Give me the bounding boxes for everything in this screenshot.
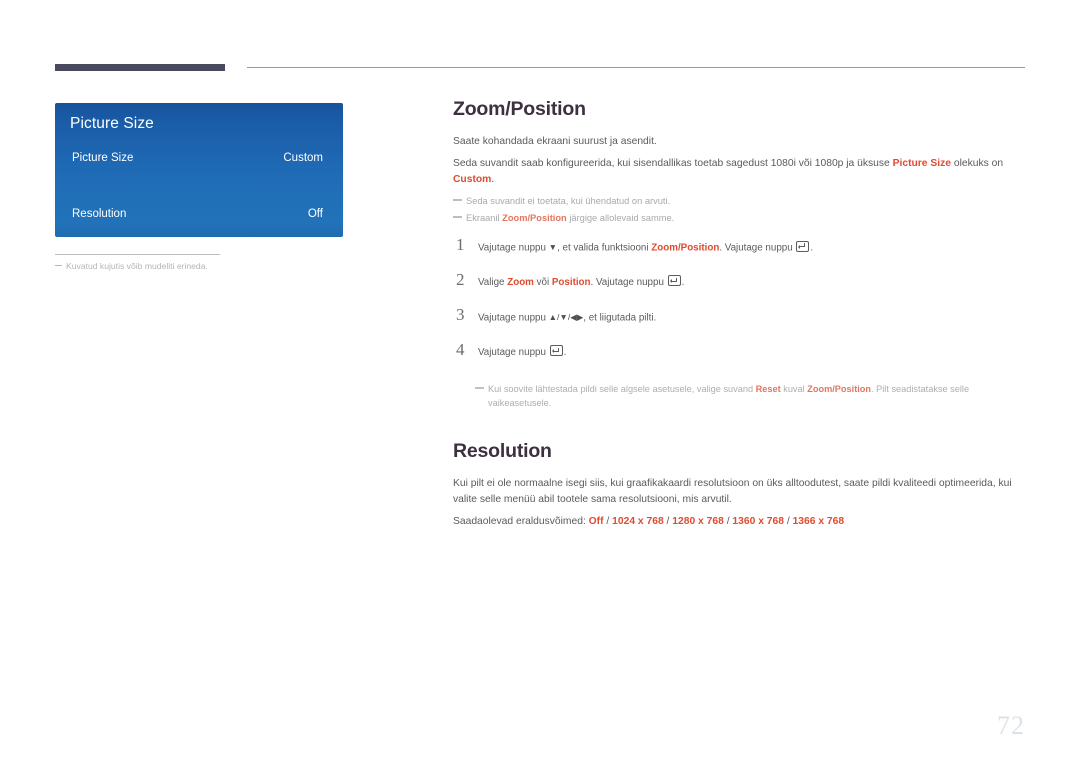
highlight-term: Zoom [507, 277, 534, 288]
highlight-term: 1024 x 768 [612, 516, 664, 527]
text-run: . [810, 242, 814, 254]
step-number: 2 [456, 270, 465, 289]
enter-key-icon [667, 275, 681, 286]
step-text: Vajutage nuppu . [478, 343, 1028, 360]
text-run: / [783, 516, 793, 527]
highlight-term: Reset [755, 384, 781, 394]
step-number: 4 [456, 340, 465, 359]
highlight-term: Position [551, 277, 591, 288]
text-run: kuval [780, 384, 808, 394]
osd-menu-panel: Picture Size Picture Size Custom Zoom/Po… [55, 103, 343, 237]
text-run: , et valida funktsiooni [557, 242, 652, 254]
text-run: / [663, 516, 673, 527]
enter-key-icon [549, 345, 563, 356]
osd-row-label: Picture Size [72, 151, 134, 164]
osd-row-picture-size[interactable]: Picture Size Custom [67, 147, 331, 168]
text-run: Seda suvandit ei toetata, kui ühendatud … [466, 196, 671, 206]
step-list: 1 Vajutage nuppu ▼, et valida funktsiooni… [453, 235, 1028, 378]
text-run: . Vajutage nuppu [590, 277, 667, 288]
header-rule-right [247, 67, 1025, 68]
section-zoom-position: Zoom/Position Saate kohandada ekraani suu… [453, 98, 1028, 410]
step-item: 3 Vajutage nuppu ▲/▼/◀▶, et liigutada pil… [453, 305, 1028, 343]
caption-rule [55, 254, 220, 255]
text-run: Vajutage nuppu [478, 312, 549, 324]
dash-marker-icon [453, 199, 462, 201]
main-content: Zoom/Position Saate kohandada ekraani suu… [453, 98, 1028, 536]
text-run: Kui pilt ei ole normaalne isegi siis, ku… [453, 478, 1012, 505]
dash-marker-icon [475, 387, 484, 389]
highlight-term: Zoom/Position [807, 384, 872, 394]
step-number: 1 [456, 235, 465, 254]
text-run: või [533, 277, 552, 288]
section-resolution: Resolution Kui pilt ei ole normaalne iseg… [453, 440, 1028, 530]
text-run: . Vajutage nuppu [719, 242, 796, 254]
highlight-term: Zoom/Position [502, 213, 567, 223]
osd-caption: Kuvatud kujutis võib mudeliti erineda. [55, 261, 355, 271]
dash-marker-icon [55, 264, 62, 266]
text-run: Saate kohandada ekraani suurust ja asend… [453, 136, 657, 147]
paragraph: Seda suvandit saab konfigureerida, kui s… [453, 156, 1028, 188]
text-run: . [563, 347, 567, 358]
note: Ekraanil Zoom/Position järgige allolevai… [453, 211, 1028, 226]
text-run: / [603, 516, 613, 527]
text-run: . [681, 277, 685, 288]
step-item: 1 Vajutage nuppu ▼, et valida funktsiooni… [453, 235, 1028, 273]
osd-row-label: Resolution [72, 207, 127, 220]
step-item: 2 Valige Zoom või Position. Vajutage nupp… [453, 270, 1028, 308]
osd-row-value: Off [307, 207, 323, 220]
sub-note: Kui soovite lähtestada pildi selle algse… [475, 382, 1028, 410]
section-title: Resolution [453, 440, 552, 462]
text-run: järgige allolevaid samme. [566, 213, 675, 223]
highlight-term: Custom [453, 174, 492, 185]
section-title: Zoom/Position [453, 98, 586, 120]
step-text: Valige Zoom või Position. Vajutage nuppu… [478, 273, 1028, 290]
step-number: 3 [456, 305, 465, 324]
highlight-term: 1280 x 768 [672, 516, 724, 527]
osd-caption-text: Kuvatud kujutis võib mudeliti erineda. [66, 261, 208, 271]
highlight-term: 1366 x 768 [792, 516, 845, 527]
step-text: Vajutage nuppu ▲/▼/◀▶, et liigutada pilt… [478, 308, 1028, 326]
page-number: 72 [997, 711, 1025, 740]
step-text: Vajutage nuppu ▼, et valida funktsiooni … [478, 238, 1028, 256]
note: Seda suvandit ei toetata, kui ühendatud … [453, 194, 1028, 209]
text-run: Saadaolevad eraldusvõimed: [453, 516, 589, 527]
dash-marker-icon [453, 216, 462, 218]
osd-menu-title: Picture Size [70, 115, 154, 132]
paragraph: Saate kohandada ekraani suurust ja asend… [453, 134, 1028, 150]
paragraph: Saadaolevad eraldusvõimed: Off / 1024 x … [453, 514, 1028, 530]
text-run: olekuks on [951, 158, 1004, 169]
text-run: Vajutage nuppu [478, 242, 549, 254]
text-run: Kui soovite lähtestada pildi selle algse… [488, 384, 756, 394]
osd-row-resolution[interactable]: Resolution Off [67, 203, 331, 224]
text-run: , et liigutada pilti. [583, 312, 657, 324]
text-run: Ekraanil [466, 213, 503, 223]
text-run: . [491, 174, 495, 185]
arrow-key-icon: ▼ [548, 242, 558, 252]
step-item: 4 Vajutage nuppu . [453, 340, 1028, 378]
highlight-term: Off [588, 516, 604, 527]
highlight-term: Zoom/Position [651, 242, 720, 254]
header-rule-left [55, 64, 225, 71]
text-run: Vajutage nuppu [478, 347, 549, 358]
paragraph: Kui pilt ei ole normaalne isegi siis, ku… [453, 476, 1028, 508]
arrow-key-icon: ▲/▼/◀▶ [548, 312, 584, 322]
enter-key-icon [796, 240, 810, 252]
highlight-term: 1360 x 768 [732, 516, 784, 527]
text-run: Seda suvandit saab konfigureerida, kui s… [453, 158, 893, 169]
text-run: Valige [478, 277, 508, 288]
highlight-term: Picture Size [892, 158, 951, 169]
osd-row-value: Custom [283, 151, 323, 164]
